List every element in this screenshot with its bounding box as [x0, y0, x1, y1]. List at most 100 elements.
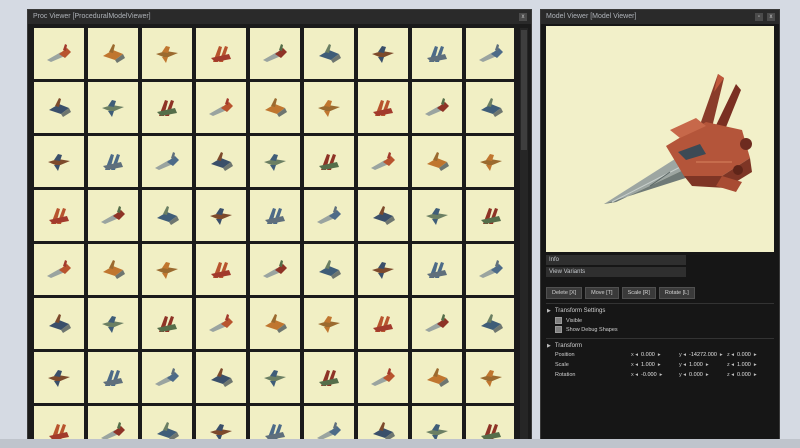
ship-thumbnail[interactable] [250, 82, 300, 133]
ship-thumbnail[interactable] [196, 352, 246, 403]
transform-header[interactable]: ▶ Transform [547, 343, 582, 349]
ship-thumbnail[interactable] [358, 82, 408, 133]
ship-thumbnail[interactable] [142, 190, 192, 241]
ship-thumbnail[interactable] [34, 28, 84, 79]
ship-thumbnail[interactable] [412, 82, 462, 133]
ship-thumbnail[interactable] [34, 82, 84, 133]
ship-thumbnail[interactable] [304, 190, 354, 241]
ship-thumbnail[interactable] [412, 298, 462, 349]
ship-thumbnail[interactable] [196, 28, 246, 79]
ship-thumbnail[interactable] [142, 136, 192, 187]
visible-checkbox-row[interactable]: Visible [555, 317, 582, 324]
ship-thumbnail[interactable] [196, 244, 246, 295]
position-y-field[interactable]: y ◂ -14272.000 ▸ [679, 352, 723, 358]
position-x-field[interactable]: x ◂ 0.000 ▸ [631, 352, 661, 358]
ship-thumbnail[interactable] [358, 352, 408, 403]
model-viewer-titlebar[interactable]: Model Viewer [Model Viewer] ▫ x [541, 10, 779, 24]
ship-thumbnail[interactable] [250, 244, 300, 295]
scale-y-field[interactable]: y ◂ 1.000 ▸ [679, 362, 709, 368]
ship-thumbnail[interactable] [250, 190, 300, 241]
ship-thumbnail[interactable] [142, 244, 192, 295]
ship-thumbnail[interactable] [250, 352, 300, 403]
ship-thumbnail[interactable] [412, 352, 462, 403]
ship-thumbnail[interactable] [88, 352, 138, 403]
ship-thumbnail[interactable] [34, 136, 84, 187]
ship-thumbnail[interactable] [88, 244, 138, 295]
spaceship-icon [156, 45, 178, 63]
proc-viewer-close-button[interactable]: x [519, 13, 527, 21]
ship-thumbnail[interactable] [466, 82, 514, 133]
delete-button[interactable]: Delete [X] [546, 287, 583, 299]
ship-thumbnail[interactable] [196, 82, 246, 133]
model-viewer-close-button[interactable]: x [767, 13, 775, 21]
ship-thumbnail[interactable] [358, 244, 408, 295]
ship-thumbnail[interactable] [412, 244, 462, 295]
ship-thumbnail[interactable] [358, 136, 408, 187]
debug-shapes-checkbox-row[interactable]: Show Debug Shapes [555, 326, 618, 333]
ship-thumbnail[interactable] [466, 244, 514, 295]
ship-thumbnail[interactable] [358, 190, 408, 241]
ship-thumbnail[interactable] [88, 82, 138, 133]
position-z-field[interactable]: z ◂ 0.000 ▸ [727, 352, 757, 358]
debug-shapes-checkbox[interactable] [555, 326, 562, 333]
ship-thumbnail[interactable] [304, 298, 354, 349]
transform-settings-header[interactable]: ▶ Transform Settings [547, 308, 605, 314]
ship-thumbnail[interactable] [358, 28, 408, 79]
ship-thumbnail[interactable] [142, 298, 192, 349]
spaceship-icon [481, 207, 501, 224]
ship-thumbnail[interactable] [250, 28, 300, 79]
ship-thumbnail[interactable] [466, 190, 514, 241]
scale-z-field[interactable]: z ◂ 1.000 ▸ [727, 362, 757, 368]
ship-thumbnail[interactable] [196, 298, 246, 349]
ship-thumbnail[interactable] [88, 136, 138, 187]
ship-thumbnail[interactable] [304, 352, 354, 403]
move-button[interactable]: Move [T] [585, 287, 619, 299]
ship-thumbnail[interactable] [304, 244, 354, 295]
ship-thumbnail[interactable] [34, 352, 84, 403]
ship-thumbnail[interactable] [88, 190, 138, 241]
ship-thumbnail[interactable] [250, 298, 300, 349]
spaceship-icon [318, 99, 340, 117]
view-variants-button[interactable]: View Variants [546, 267, 686, 277]
scrollbar-thumb[interactable] [521, 30, 527, 150]
scale-button[interactable]: Scale [R] [621, 287, 656, 299]
proc-viewer-titlebar[interactable]: Proc Viewer [ProceduralModelViewer] x [28, 10, 531, 24]
ship-thumbnail[interactable] [34, 190, 84, 241]
spaceship-icon [49, 207, 69, 224]
divider [546, 338, 774, 339]
ship-thumbnail[interactable] [142, 28, 192, 79]
ship-thumbnail[interactable] [304, 136, 354, 187]
rotation-z-field[interactable]: z ◂ 0.000 ▸ [727, 372, 757, 378]
ship-thumbnail[interactable] [88, 28, 138, 79]
ship-thumbnail[interactable] [88, 298, 138, 349]
ship-thumbnail[interactable] [304, 28, 354, 79]
ship-thumbnail[interactable] [466, 298, 514, 349]
ship-thumbnail[interactable] [466, 352, 514, 403]
visible-checkbox[interactable] [555, 317, 562, 324]
rotation-y-field[interactable]: y ◂ 0.000 ▸ [679, 372, 709, 378]
model-3d-viewport[interactable] [546, 26, 774, 252]
ship-thumbnail[interactable] [466, 28, 514, 79]
ship-thumbnail[interactable] [34, 298, 84, 349]
rotation-x-field[interactable]: x ◂ -0.000 ▸ [631, 372, 662, 378]
proc-viewer-scrollbar[interactable] [520, 28, 528, 446]
spaceship-icon [426, 207, 448, 225]
ship-thumbnail[interactable] [196, 190, 246, 241]
ship-thumbnail[interactable] [358, 298, 408, 349]
model-viewer-pin-button[interactable]: ▫ [755, 13, 763, 21]
ship-thumbnail[interactable] [196, 136, 246, 187]
ship-thumbnail[interactable] [412, 136, 462, 187]
ship-thumbnail[interactable] [34, 244, 84, 295]
ship-thumbnail[interactable] [466, 136, 514, 187]
ship-thumbnail[interactable] [412, 190, 462, 241]
ship-thumbnail[interactable] [304, 82, 354, 133]
spaceship-icon [481, 313, 503, 333]
scale-x-field[interactable]: x ◂ 1.000 ▸ [631, 362, 661, 368]
ship-thumbnail[interactable] [250, 136, 300, 187]
spaceship-icon [371, 151, 395, 170]
ship-thumbnail[interactable] [142, 352, 192, 403]
rotate-button[interactable]: Rotate [L] [658, 287, 695, 299]
ship-thumbnail[interactable] [142, 82, 192, 133]
ship-thumbnail[interactable] [412, 28, 462, 79]
info-toggle-button[interactable]: Info [546, 255, 686, 265]
